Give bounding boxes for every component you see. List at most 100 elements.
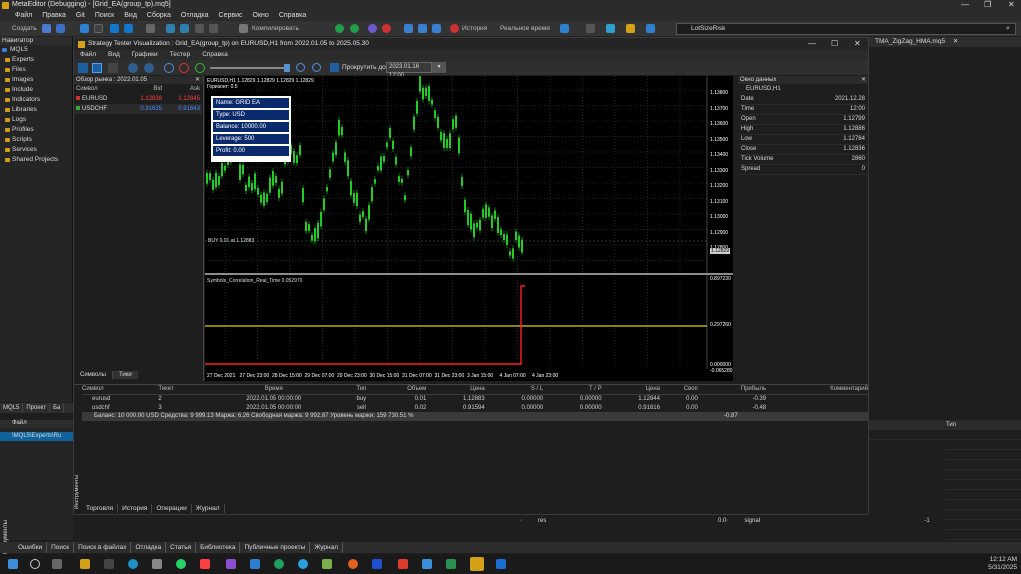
menu-item[interactable]: Отладка <box>176 11 214 21</box>
tab-symbols[interactable]: Символы <box>74 371 113 379</box>
indent-icon[interactable] <box>209 24 218 33</box>
tab-ticks[interactable]: Тики <box>112 371 138 379</box>
menu-item[interactable]: Git <box>71 11 90 21</box>
profiler-icon[interactable] <box>586 24 595 33</box>
android-icon[interactable] <box>322 559 332 569</box>
history-button[interactable]: История <box>462 23 487 34</box>
menu-item[interactable]: Справка <box>274 11 311 21</box>
positions-col[interactable]: S / L <box>484 385 544 395</box>
start-icon[interactable] <box>8 559 18 569</box>
bookmark-icon[interactable] <box>195 24 204 33</box>
breakpoint-icon[interactable] <box>450 24 459 33</box>
debug-history-icon[interactable] <box>350 24 359 33</box>
tester-icon[interactable] <box>560 24 569 33</box>
variable-row[interactable]: ◦ signal -1 <box>726 516 929 526</box>
find-icon[interactable] <box>146 24 155 33</box>
chatgpt-icon[interactable] <box>274 559 284 569</box>
variable-row[interactable]: ◦ res 0.0 <box>520 516 726 526</box>
tester-menu-item[interactable]: Тестер <box>164 50 197 60</box>
cloud-icon[interactable] <box>606 24 615 33</box>
nav-item[interactable]: Services <box>0 145 72 155</box>
window-icon[interactable] <box>124 24 133 33</box>
market-close-icon[interactable]: ✕ <box>195 76 200 83</box>
zoom-out-icon[interactable] <box>144 63 154 73</box>
app-icon[interactable] <box>104 559 114 569</box>
skip-back-icon[interactable] <box>296 63 305 72</box>
tab-close-icon[interactable]: ✕ <box>953 38 958 45</box>
realtime-button[interactable]: Реальное время <box>500 23 550 34</box>
tester-menu-item[interactable]: Файл <box>74 50 102 60</box>
menu-item[interactable]: Сервис <box>214 11 248 21</box>
forward-icon[interactable] <box>180 24 189 33</box>
search-icon[interactable]: ⌕ <box>1006 25 1010 33</box>
nav-item[interactable]: Images <box>0 75 72 85</box>
positions-col[interactable]: T / P <box>543 385 602 395</box>
output-tab[interactable]: Ошибки <box>14 542 48 553</box>
nav-item[interactable]: Experts <box>0 55 72 65</box>
tester-menu-item[interactable]: Вид <box>102 50 126 60</box>
taskview-icon[interactable] <box>52 559 62 569</box>
market-row[interactable]: EURUSD 1.12838 1.12845 <box>74 94 202 104</box>
help-icon[interactable] <box>646 24 655 33</box>
tester-maximize-icon[interactable]: ☐ <box>831 39 838 48</box>
navigator-tab[interactable]: Ба <box>50 403 65 413</box>
nav-item[interactable]: Files <box>0 65 72 75</box>
line-icon[interactable] <box>108 63 118 73</box>
terminal-icon[interactable] <box>626 24 635 33</box>
toolbox-tab[interactable]: Операции <box>152 504 192 513</box>
positions-col[interactable]: Тип <box>347 385 375 395</box>
step-into-icon[interactable] <box>404 24 413 33</box>
file-item[interactable]: \MQL5\Experts\Ru <box>0 432 73 441</box>
word-icon[interactable] <box>422 559 432 569</box>
nav-item[interactable]: Shared Projects <box>0 155 72 165</box>
vscode-icon[interactable] <box>250 559 260 569</box>
visualstudio-icon[interactable] <box>226 559 236 569</box>
close-icon[interactable]: ✕ <box>1008 0 1015 9</box>
nav-item[interactable]: Scripts <box>0 135 72 145</box>
stop-test-icon[interactable] <box>179 63 189 73</box>
compile-button[interactable]: Компилировать <box>252 23 299 34</box>
layout-icon[interactable] <box>110 24 119 33</box>
navigator-tab[interactable]: MQL5 <box>0 403 24 413</box>
create-button[interactable]: Создать <box>12 23 37 34</box>
edge-icon[interactable] <box>128 559 138 569</box>
step-over-icon[interactable] <box>418 24 427 33</box>
position-row[interactable]: usdchf 3 2022.01.05 00:00:00 sell 0.02 0.9159… <box>82 403 868 412</box>
menu-item[interactable]: Вид <box>119 11 142 21</box>
menu-item[interactable]: Поиск <box>90 11 119 21</box>
nav-item[interactable]: Profiles <box>0 125 72 135</box>
positions-col[interactable]: Время <box>199 385 348 395</box>
explorer-icon[interactable] <box>80 559 90 569</box>
teams-icon[interactable] <box>372 559 382 569</box>
chart-type-icon[interactable] <box>78 63 88 73</box>
telegram-icon[interactable] <box>298 559 308 569</box>
step-out-icon[interactable] <box>432 24 441 33</box>
scroll-date-input[interactable]: 2023.01.16 12:00 <box>386 62 432 79</box>
office-icon[interactable] <box>398 559 408 569</box>
tester-minimize-icon[interactable]: — <box>808 39 816 48</box>
market-row[interactable]: USDCHF 0.91635 0.91643 <box>74 104 202 114</box>
positions-col[interactable]: Символ <box>82 385 159 395</box>
positions-col[interactable]: Цена <box>601 385 660 395</box>
nav-item[interactable]: Include <box>0 85 72 95</box>
new-icon[interactable] <box>94 24 103 33</box>
nav-item[interactable]: Logs <box>0 115 72 125</box>
date-dropdown-icon[interactable]: ▾ <box>432 62 446 73</box>
search-input[interactable]: LotSizeRisk <box>676 23 1016 35</box>
menu-item[interactable]: Правка <box>37 11 71 21</box>
media-icon[interactable] <box>200 559 210 569</box>
positions-col[interactable]: Тикет <box>158 385 200 395</box>
output-tab[interactable]: Отладка <box>131 542 167 553</box>
maximize-icon[interactable]: ❐ <box>984 0 991 9</box>
tester-close-icon[interactable]: ✕ <box>854 39 861 48</box>
speed-slider[interactable] <box>210 67 290 69</box>
compile-icon[interactable] <box>80 24 89 33</box>
positions-col[interactable]: Своп <box>660 385 698 395</box>
output-tab[interactable]: Поиск <box>47 542 75 553</box>
tester-menu-item[interactable]: Графики <box>126 50 164 60</box>
debug-start-icon[interactable] <box>335 24 344 33</box>
speed-slider-handle[interactable] <box>284 64 290 72</box>
output-tab[interactable]: Библиотека <box>196 542 241 553</box>
terminal-task-icon[interactable] <box>496 559 506 569</box>
position-row[interactable]: eurusd 2 2022.01.05 00:00:00 buy 0.01 1.12883… <box>82 394 868 403</box>
